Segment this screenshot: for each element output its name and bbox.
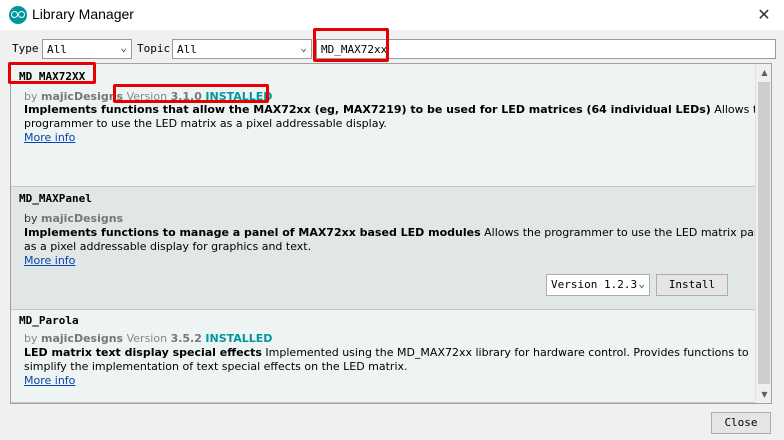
version-select-value: Version 1.2.3 bbox=[551, 278, 638, 291]
close-icon[interactable]: ✕ bbox=[752, 4, 776, 26]
type-select-value: All bbox=[47, 43, 67, 56]
library-version: 3.1.0 bbox=[170, 90, 202, 103]
library-version: 3.5.2 bbox=[170, 332, 202, 345]
library-name: MD_Parola bbox=[19, 314, 79, 327]
scrollbar-thumb[interactable] bbox=[758, 82, 770, 384]
library-item-md-max72xx[interactable]: MD_MAX72XX by majicDesigns Version 3.1.0… bbox=[11, 64, 771, 187]
scroll-down-icon[interactable]: ▼ bbox=[756, 386, 771, 403]
library-meta: by majicDesigns Version 3.5.2 INSTALLED bbox=[24, 332, 273, 345]
title-bar: Library Manager ✕ bbox=[0, 0, 784, 30]
library-meta: by majicDesigns bbox=[24, 212, 124, 225]
close-button[interactable]: Close bbox=[711, 412, 771, 434]
library-description-2: simplify the implementation of text spec… bbox=[24, 360, 408, 373]
chevron-down-icon: ⌄ bbox=[638, 277, 645, 290]
library-name: MD_MAX72XX bbox=[19, 70, 86, 83]
library-description: Implements functions to manage a panel o… bbox=[24, 226, 771, 239]
type-select[interactable]: All ⌄ bbox=[42, 39, 132, 59]
topic-label: Topic bbox=[137, 42, 171, 55]
more-info-link[interactable]: More info bbox=[24, 131, 75, 144]
filter-bar: Type All ⌄ Topic All ⌄ bbox=[0, 30, 784, 64]
library-author: majicDesigns bbox=[41, 332, 124, 345]
install-button[interactable]: Install bbox=[656, 274, 728, 296]
library-item-md-parola[interactable]: MD_Parola by majicDesigns Version 3.5.2 … bbox=[11, 310, 755, 403]
installed-badge: INSTALLED bbox=[205, 90, 273, 103]
chevron-down-icon: ⌄ bbox=[300, 41, 307, 54]
library-item-md-maxpanel[interactable]: MD_MAXPanel by majicDesigns Implements f… bbox=[11, 187, 771, 310]
library-author: majicDesigns bbox=[41, 90, 124, 103]
installed-badge: INSTALLED bbox=[205, 332, 273, 345]
scrollbar[interactable]: ▲ ▼ bbox=[755, 64, 771, 403]
library-list: MD_MAX72XX by majicDesigns Version 3.1.0… bbox=[10, 63, 772, 404]
window-title: Library Manager bbox=[32, 6, 134, 22]
library-description-2: as a pixel addressable display for graph… bbox=[24, 240, 312, 253]
chevron-down-icon: ⌄ bbox=[120, 41, 127, 54]
library-name: MD_MAXPanel bbox=[19, 192, 92, 205]
version-select[interactable]: Version 1.2.3 ⌄ bbox=[546, 274, 650, 296]
library-description-2: programmer to use the LED matrix as a pi… bbox=[24, 117, 387, 130]
search-input[interactable] bbox=[316, 39, 776, 59]
topic-select-value: All bbox=[177, 43, 197, 56]
scroll-up-icon[interactable]: ▲ bbox=[756, 64, 771, 81]
library-author: majicDesigns bbox=[41, 212, 124, 225]
library-description: LED matrix text display special effects … bbox=[24, 346, 749, 359]
arduino-icon bbox=[9, 6, 27, 24]
more-info-link[interactable]: More info bbox=[24, 374, 75, 387]
type-label: Type bbox=[12, 42, 39, 55]
library-meta: by majicDesigns Version 3.1.0 INSTALLED bbox=[24, 90, 273, 103]
library-description: Implements functions that allow the MAX7… bbox=[24, 103, 771, 116]
more-info-link[interactable]: More info bbox=[24, 254, 75, 267]
topic-select[interactable]: All ⌄ bbox=[172, 39, 312, 59]
